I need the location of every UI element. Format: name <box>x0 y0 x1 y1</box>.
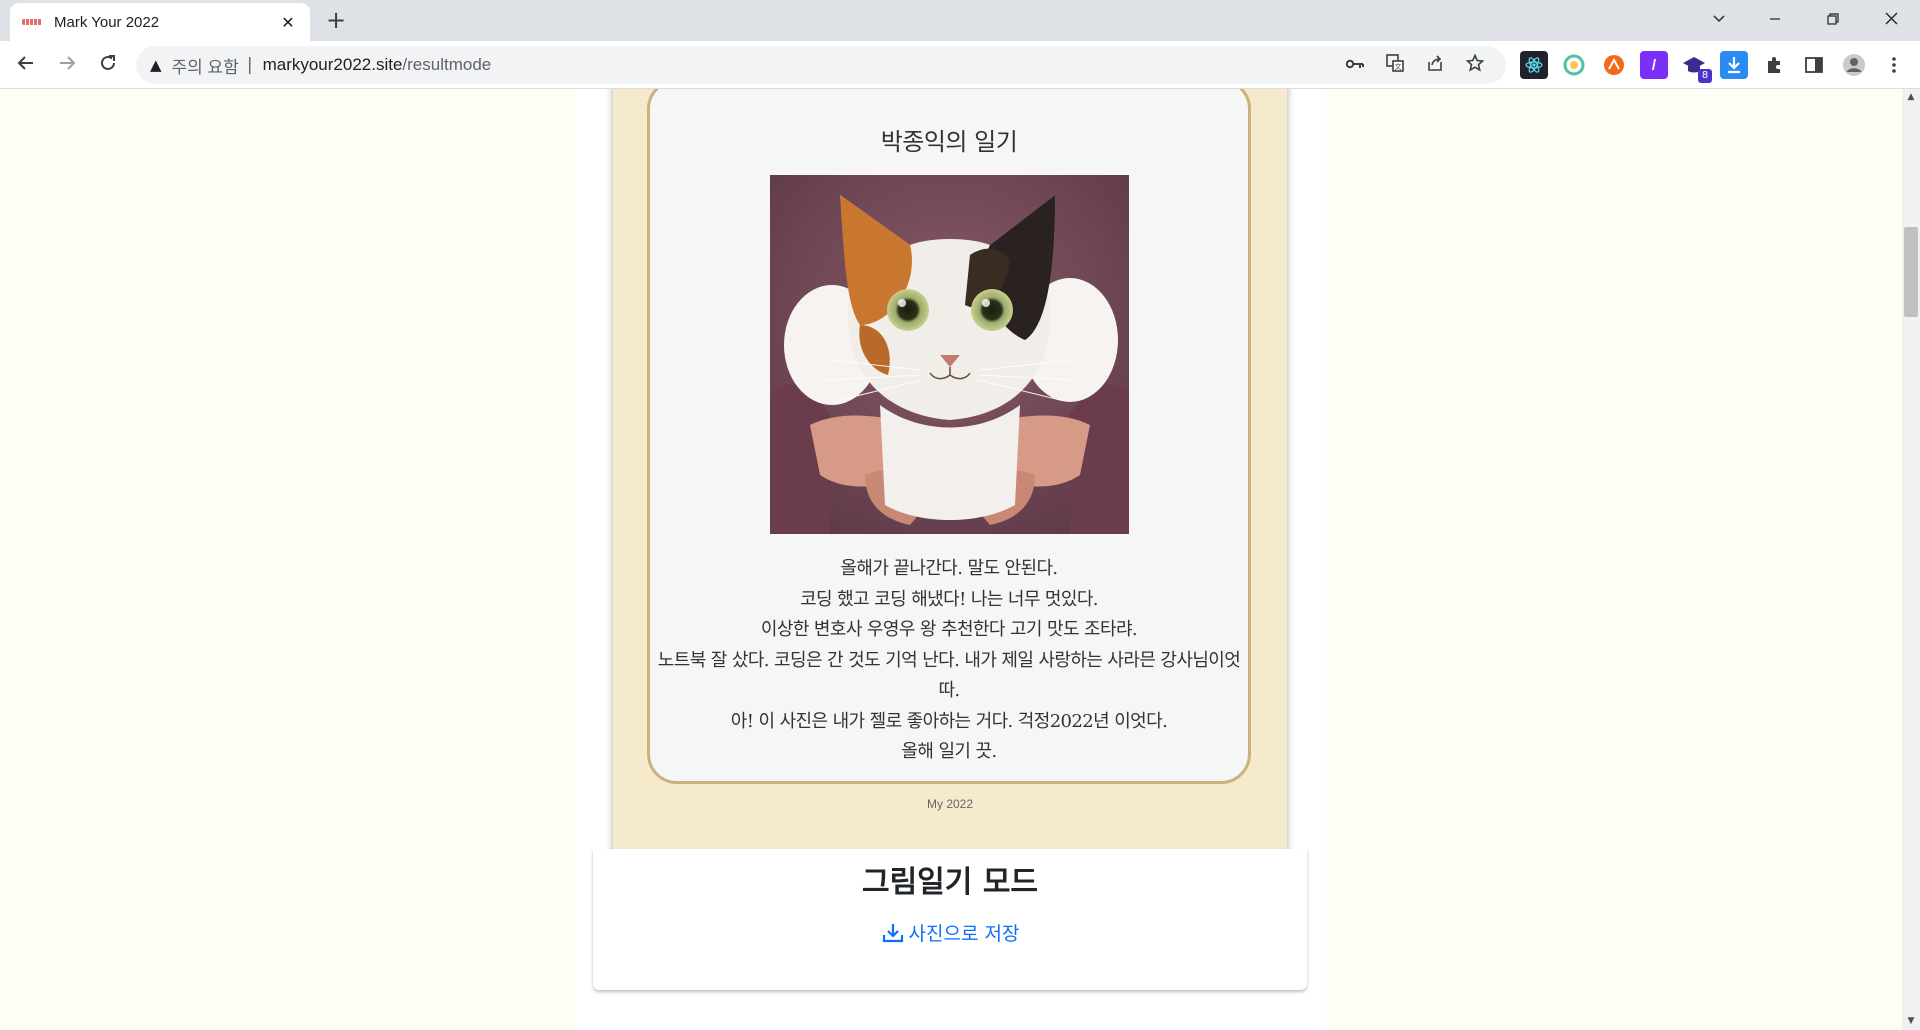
extensions-bar: / 8 <box>1520 49 1908 83</box>
scroll-thumb[interactable] <box>1904 227 1918 317</box>
translate-icon[interactable]: 文 <box>1384 53 1406 77</box>
minimize-icon[interactable] <box>1752 4 1798 36</box>
vimeo-like-icon[interactable]: / <box>1640 51 1668 79</box>
url-separator: | <box>246 55 253 75</box>
result-card: 그림일기 모드 사진으로 저장 <box>593 849 1307 990</box>
forward-icon[interactable] <box>51 49 83 81</box>
svg-text:文: 文 <box>1395 62 1402 71</box>
tab-close-icon[interactable]: ✕ <box>278 13 298 32</box>
tab-title: Mark Your 2022 <box>54 13 160 31</box>
save-label: 사진으로 저장 <box>908 923 1020 945</box>
orange-extension-icon[interactable] <box>1600 51 1628 79</box>
react-devtools-icon[interactable] <box>1520 51 1548 79</box>
menu-icon[interactable] <box>1880 51 1908 79</box>
reload-icon[interactable] <box>92 49 124 81</box>
url-path[interactable]: /resultmode <box>402 55 491 75</box>
key-icon[interactable] <box>1344 55 1366 75</box>
tab-strip: Mark Your 2022 ✕ + <box>0 0 1920 41</box>
color-picker-icon[interactable] <box>1560 51 1588 79</box>
diary-footer: My 2022 <box>926 797 974 811</box>
diary-body: 올해가 끝나간다. 말도 안된다. 코딩 했고 코딩 해냈다! 나는 너무 멋있… <box>650 554 1248 768</box>
scroll-down-arrow-icon[interactable]: ▼ <box>1902 1013 1920 1030</box>
vertical-scrollbar[interactable]: ▲ ▼ <box>1902 89 1920 1030</box>
site-favicon-icon <box>22 16 42 28</box>
download-icon <box>882 923 903 942</box>
browser-tab[interactable]: Mark Your 2022 ✕ <box>10 3 310 41</box>
window-close-icon[interactable] <box>1868 4 1914 36</box>
diary-line: 코딩 했고 코딩 해냈다! 나는 너무 멋있다. <box>800 588 1098 610</box>
diary-line: 아! 이 사진은 내가 젤로 좋아하는 거다. 걱정2022년 이엇다. <box>730 710 1168 732</box>
diary-line: 올해 일기 끗. <box>901 741 997 762</box>
security-label[interactable]: 주의 요함 <box>172 53 239 78</box>
omnibox-actions: 文 <box>1344 46 1486 84</box>
diary-line: 노트북 잘 샀다. 코딩은 간 것도 기억 난다. 내가 제일 사랑하는 사라믄… <box>657 649 1241 702</box>
graduation-cap-icon[interactable]: 8 <box>1680 51 1712 83</box>
diary-card: 박종익의 일기 올해가 끝나간다. 말도 안된다. 코딩 했고 코딩 해냈다! … <box>647 89 1251 784</box>
address-bar[interactable]: ▲ 주의 요함 | markyour2022.site/resultmode 文 <box>136 46 1506 84</box>
restore-icon[interactable] <box>1810 4 1856 36</box>
browser-toolbar: ▲ 주의 요함 | markyour2022.site/resultmode 文 <box>0 41 1920 89</box>
side-panel-icon[interactable] <box>1800 51 1828 79</box>
download-extension-icon[interactable] <box>1720 51 1748 79</box>
mode-title: 그림일기 모드 <box>861 865 1039 900</box>
page-viewport: 박종익의 일기 올해가 끝나간다. 말도 안된다. 코딩 했고 코딩 해냈다! … <box>0 89 1902 1030</box>
star-icon[interactable] <box>1464 53 1486 77</box>
warning-icon[interactable]: ▲ <box>150 56 162 74</box>
diary-paper: 박종익의 일기 올해가 끝나간다. 말도 안된다. 코딩 했고 코딩 해냈다! … <box>613 89 1287 853</box>
extensions-icon[interactable] <box>1760 51 1788 79</box>
diary-line: 올해가 끝나간다. 말도 안된다. <box>840 558 1058 579</box>
tab-search-icon[interactable] <box>1696 4 1742 36</box>
share-icon[interactable] <box>1424 54 1446 77</box>
diary-line: 이상한 변호사 우영우 왕 추천한다 고기 맛도 조타랴. <box>760 619 1138 640</box>
back-icon[interactable] <box>10 49 42 81</box>
url-host[interactable]: markyour2022.site <box>263 55 403 75</box>
extension-badge: 8 <box>1698 69 1712 83</box>
diary-photo <box>770 175 1129 534</box>
save-as-image-button[interactable]: 사진으로 저장 <box>593 919 1307 946</box>
profile-icon[interactable] <box>1840 51 1868 79</box>
diary-title: 박종익의 일기 <box>880 128 1018 156</box>
scroll-up-arrow-icon[interactable]: ▲ <box>1902 89 1920 106</box>
new-tab-button[interactable]: + <box>322 7 350 35</box>
